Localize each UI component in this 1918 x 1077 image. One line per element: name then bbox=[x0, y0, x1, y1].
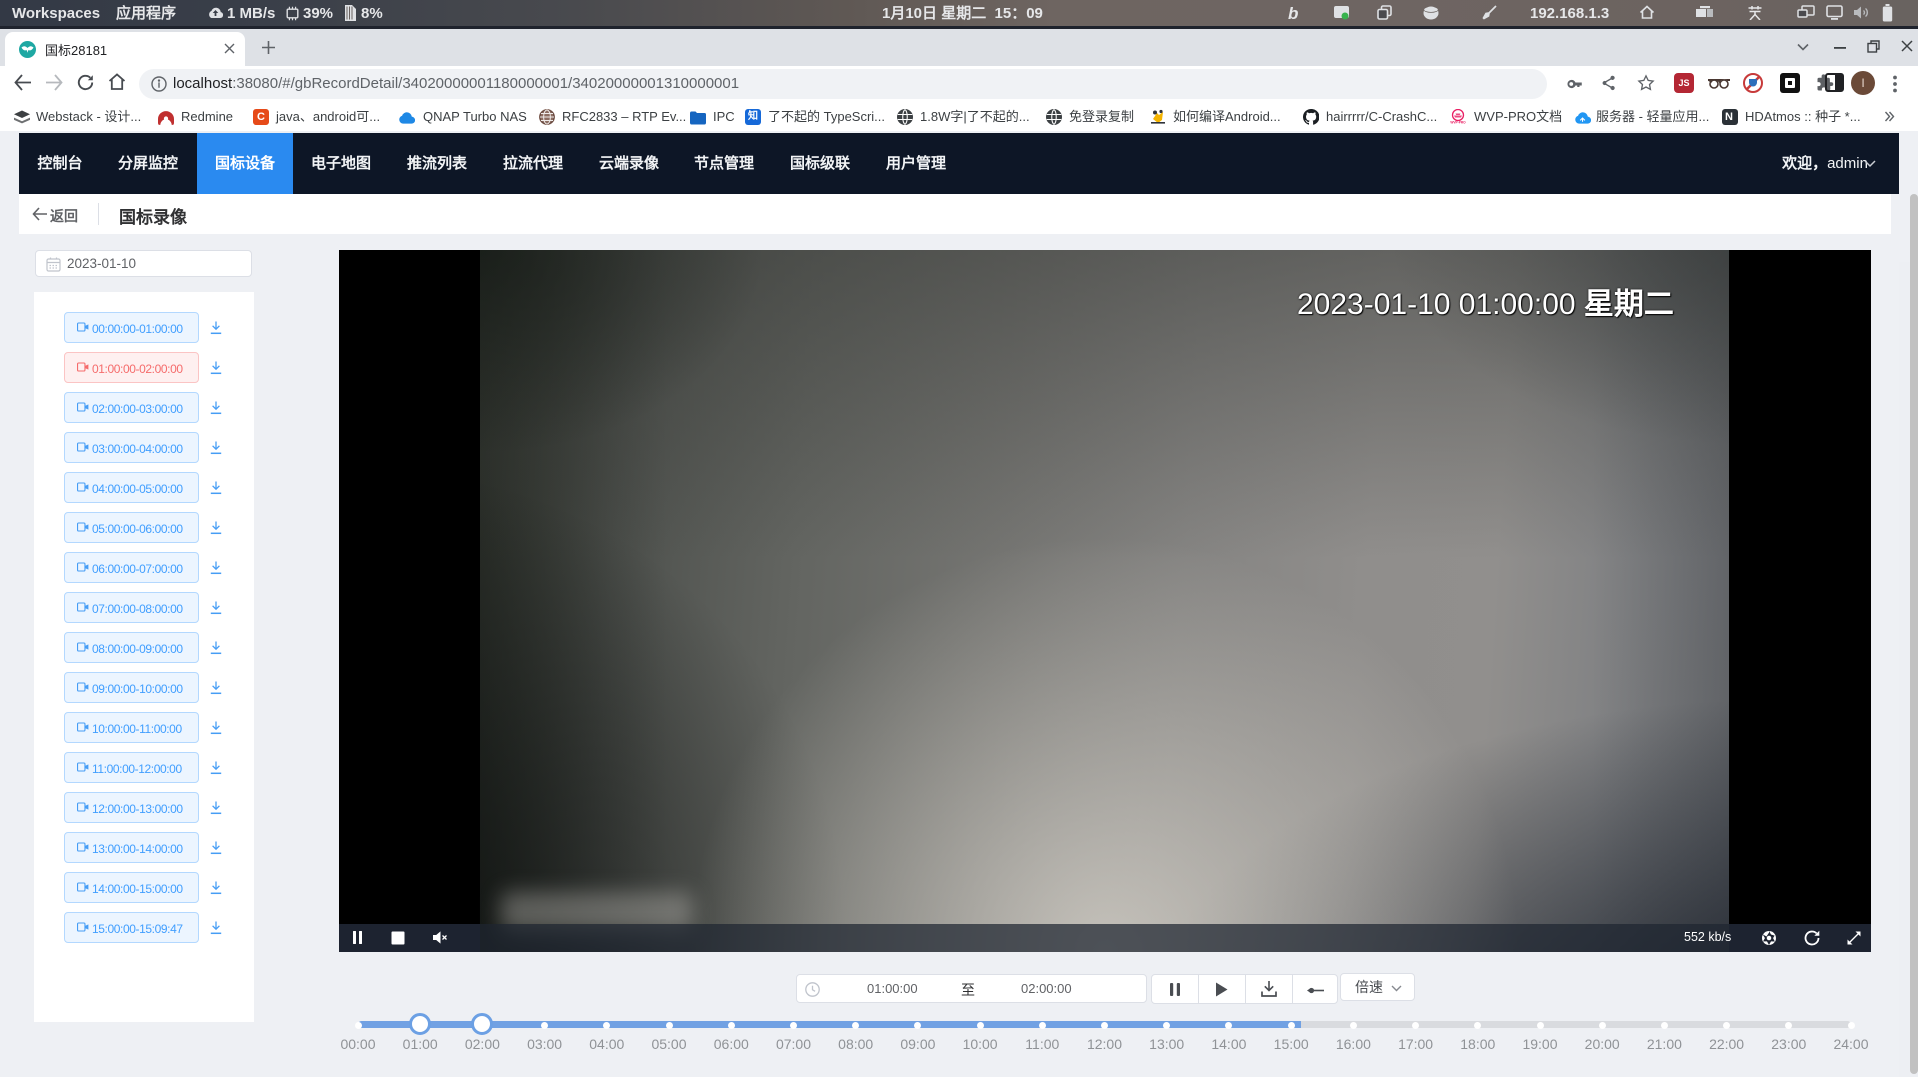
svg-text:WVP-PRO: WVP-PRO bbox=[1450, 121, 1466, 125]
